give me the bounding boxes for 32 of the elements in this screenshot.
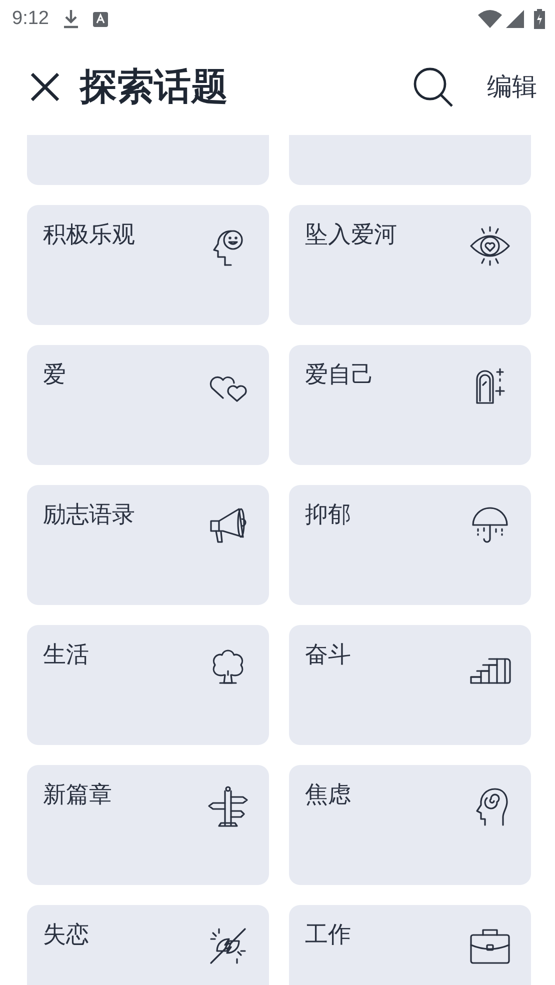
topic-label: 抑郁 (305, 501, 351, 530)
topic-label: 坠入爱河 (305, 221, 397, 250)
keyboard-a-icon (92, 12, 108, 26)
topic-label: 奋斗 (305, 641, 351, 670)
battery-icon (534, 9, 545, 29)
topic-card[interactable]: 爱 (27, 345, 269, 465)
topic-card[interactable]: 积极乐观 (27, 205, 269, 325)
topic-card[interactable]: 生活 (27, 625, 269, 745)
topic-label: 生活 (43, 641, 89, 670)
topic-card[interactable]: 奋斗 (289, 625, 531, 745)
topic-card[interactable]: 坠入爱河 (289, 205, 531, 325)
topic-label: 励志语录 (43, 501, 135, 530)
edit-button[interactable]: 编辑 (487, 70, 537, 103)
topic-card[interactable]: 新篇章 (27, 765, 269, 885)
topic-card[interactable]: 焦虑 (289, 765, 531, 885)
topic-card[interactable]: 爱自己 (289, 345, 531, 465)
topic-card[interactable]: 工作 (289, 905, 531, 985)
signal-icon (506, 10, 524, 28)
topic-card[interactable]: 抑郁 (289, 485, 531, 605)
topic-card[interactable]: 失恋 (27, 905, 269, 985)
topic-label: 爱 (43, 361, 66, 390)
topic-label: 积极乐观 (43, 221, 135, 250)
wifi-icon (478, 10, 502, 28)
download-icon (62, 9, 79, 29)
topic-card[interactable]: 励志语录 (27, 485, 269, 605)
topic-label: 失恋 (43, 921, 89, 950)
topic-label: 焦虑 (305, 781, 351, 810)
topic-label: 工作 (305, 921, 351, 950)
topic-label: 新篇章 (43, 781, 112, 810)
page-title: 探索话题 (80, 64, 228, 110)
status-time: 9:12 (12, 8, 49, 30)
topic-label: 爱自己 (305, 361, 374, 390)
